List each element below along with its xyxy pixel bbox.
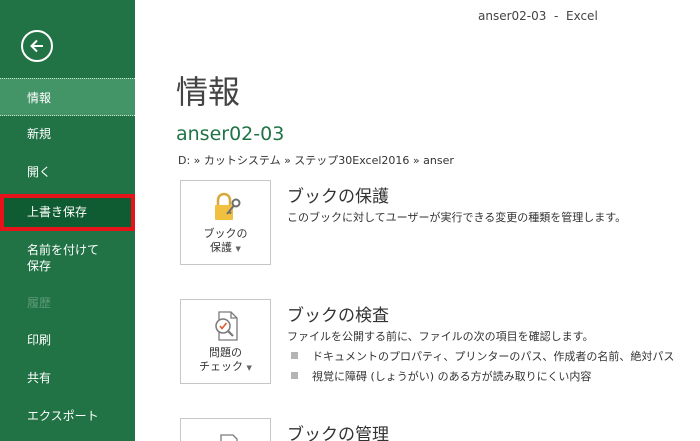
document-name: anser02-03: [176, 123, 285, 145]
menu-item-label: 履歴: [27, 296, 52, 310]
section-desc-inspect: ファイルを公開する前に、ファイルの次の項目を確認します。: [287, 330, 594, 343]
menu-item-history: 履歴: [0, 295, 135, 311]
inspect-bullet-item: ドキュメントのプロパティ、プリンターのパス、作成者の名前、絶対パス: [291, 348, 674, 364]
protect-workbook-button[interactable]: ブックの 保護 ▼: [180, 180, 271, 265]
menu-item-info[interactable]: 情報: [0, 78, 135, 116]
protect-button-label-text: 保護: [210, 241, 233, 254]
back-button[interactable]: [21, 30, 53, 62]
bullet-square-icon: [291, 352, 298, 359]
bullet-text: 視覚に障碍 (しょうがい) のある方が読み取りにくい内容: [312, 370, 592, 383]
section-desc-protect: このブックに対してユーザーが実行できる変更の種類を管理します。: [287, 211, 627, 224]
menu-item-label-line2: 保存: [27, 259, 52, 273]
section-title-inspect: ブックの検査: [287, 306, 389, 326]
check-issues-button[interactable]: 問題の チェック ▼: [180, 299, 271, 384]
menu-item-label: エクスポート: [27, 409, 99, 423]
inspect-bullet-item: 視覚に障碍 (しょうがい) のある方が読み取りにくい内容: [291, 368, 591, 384]
protect-button-label-line2: 保護 ▼: [181, 241, 270, 256]
check-button-label-line2: チェック ▼: [181, 360, 270, 375]
page-title: 情報: [176, 73, 241, 111]
manage-document-icon: [219, 434, 238, 441]
menu-item-export[interactable]: エクスポート: [0, 408, 135, 424]
window-title: anser02-03 - Excel: [478, 9, 598, 23]
dropdown-caret-icon: ▼: [235, 245, 241, 253]
menu-item-print[interactable]: 印刷: [0, 332, 135, 348]
menu-item-open[interactable]: 開く: [0, 164, 135, 180]
manage-workbook-button[interactable]: [180, 418, 271, 441]
menu-item-save[interactable]: 上書き保存: [0, 194, 135, 231]
section-title-protect: ブックの保護: [287, 187, 389, 207]
menu-item-label: 開く: [27, 165, 52, 179]
menu-item-label: 情報: [27, 91, 52, 105]
back-arrow-icon: [30, 39, 43, 53]
backstage-sidebar: 情報 新規 開く 上書き保存 名前を付けて 保存 履歴 印刷 共有 エクスポート: [0, 0, 135, 441]
document-path-breadcrumb[interactable]: D: » カットシステム » ステップ30Excel2016 » anser: [178, 152, 454, 168]
menu-item-new[interactable]: 新規: [0, 126, 135, 142]
dropdown-caret-icon: ▼: [246, 364, 252, 372]
menu-item-label: 共有: [27, 371, 52, 385]
check-button-label-text: チェック: [199, 360, 244, 373]
section-title-manage: ブックの管理: [287, 425, 389, 441]
inspect-document-icon: [214, 311, 238, 341]
menu-item-share[interactable]: 共有: [0, 370, 135, 386]
bullet-square-icon: [291, 372, 298, 379]
lock-key-icon: [214, 192, 240, 220]
menu-item-label: 名前を付けて: [27, 243, 100, 257]
menu-item-label: 新規: [27, 127, 52, 141]
protect-button-label-line1: ブックの: [203, 227, 248, 240]
menu-item-save-as[interactable]: 名前を付けて 保存: [0, 242, 135, 274]
menu-item-label: 印刷: [27, 333, 52, 347]
menu-item-label: 上書き保存: [27, 205, 88, 219]
bullet-text: ドキュメントのプロパティ、プリンターのパス、作成者の名前、絶対パス: [312, 350, 675, 363]
check-button-label-line1: 問題の: [209, 346, 242, 359]
